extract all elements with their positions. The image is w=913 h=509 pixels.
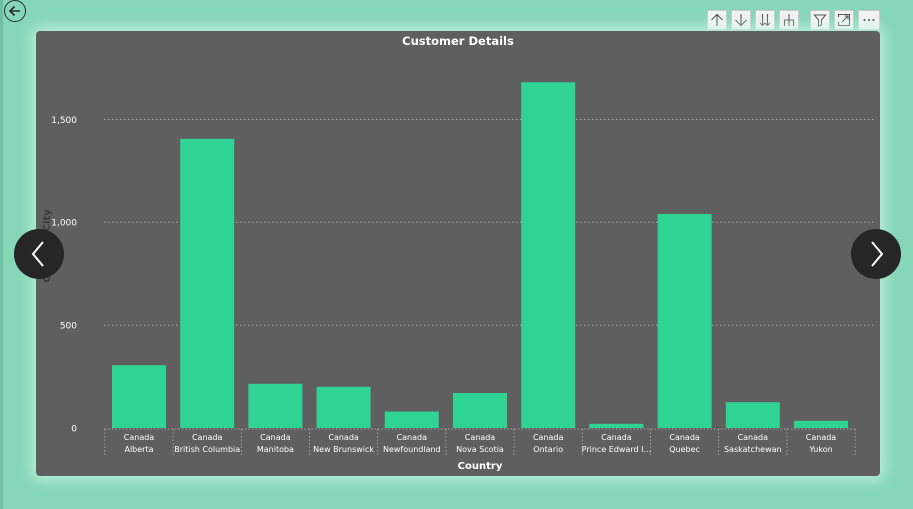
x-tick-label-province: Manitoba bbox=[257, 445, 294, 454]
bars bbox=[112, 82, 848, 429]
bar[interactable] bbox=[657, 213, 712, 428]
x-tick-label-country: Canada bbox=[738, 433, 769, 442]
filter-icon bbox=[813, 14, 827, 27]
x-tick-label-province: Nova Scotia bbox=[456, 445, 504, 454]
bar[interactable] bbox=[384, 411, 439, 428]
focus-mode-icon bbox=[837, 13, 851, 27]
back-button[interactable] bbox=[4, 0, 26, 22]
x-tick-label-country: Canada bbox=[124, 433, 155, 442]
double-arrow-down-icon bbox=[759, 14, 771, 27]
x-tick-label-province: Prince Edward I... bbox=[582, 445, 651, 454]
x-tick-label-country: Canada bbox=[601, 433, 632, 442]
filter-button[interactable] bbox=[810, 10, 830, 30]
more-options-icon bbox=[863, 18, 875, 22]
y-tick-label: 0 bbox=[71, 425, 77, 435]
expand-next-level-button[interactable] bbox=[779, 10, 799, 30]
chevron-left-icon bbox=[31, 241, 44, 267]
bar[interactable] bbox=[248, 383, 303, 428]
x-tick-label-country: Canada bbox=[328, 433, 359, 442]
x-tick-label-province: Newfoundland bbox=[383, 445, 441, 454]
bar[interactable] bbox=[589, 423, 644, 428]
bar[interactable] bbox=[453, 393, 507, 428]
y-tick-label: 500 bbox=[60, 322, 77, 332]
x-tick-label-country: Canada bbox=[465, 433, 496, 442]
drill-up-button[interactable] bbox=[707, 10, 727, 30]
x-tick-label-province: Yukon bbox=[808, 445, 832, 454]
x-tick-label-province: Saskatchewan bbox=[724, 445, 782, 454]
focus-mode-button[interactable] bbox=[834, 10, 854, 30]
bar[interactable] bbox=[180, 138, 235, 428]
arrow-down-icon bbox=[735, 14, 747, 27]
y-axis-ticks: 0 500 1,000 1,500 bbox=[51, 116, 77, 435]
chart-title: Customer Details bbox=[402, 34, 514, 48]
page-left-edge bbox=[0, 0, 3, 509]
bar[interactable] bbox=[521, 82, 576, 429]
bar-chart: 0 500 1,000 1,500 Canada Alberta Canada Britis… bbox=[42, 34, 876, 472]
x-tick-label-province: Alberta bbox=[124, 445, 153, 454]
bar[interactable] bbox=[725, 402, 780, 428]
x-tick-label-province: British Columbia bbox=[174, 445, 240, 454]
drill-down-button[interactable] bbox=[731, 10, 751, 30]
x-tick-label-country: Canada bbox=[397, 433, 428, 442]
chart-card: 0 500 1,000 1,500 Canada Alberta Canada Britis… bbox=[36, 31, 880, 476]
bar[interactable] bbox=[316, 386, 371, 428]
previous-page-button[interactable] bbox=[14, 229, 64, 279]
x-tick-label-country: Canada bbox=[260, 433, 291, 442]
x-axis-ticks: Canada Alberta Canada British Columbia Canad… bbox=[104, 428, 856, 457]
expand-hierarchy-icon bbox=[783, 14, 795, 26]
x-tick-label-country: Canada bbox=[806, 433, 837, 442]
go-to-next-level-button[interactable] bbox=[755, 10, 775, 30]
next-page-button[interactable] bbox=[851, 229, 901, 279]
x-tick-label-province: Ontario bbox=[533, 445, 563, 454]
arrow-left-icon bbox=[8, 5, 20, 17]
more-options-button[interactable] bbox=[858, 10, 880, 30]
x-axis-title: Country bbox=[458, 461, 503, 472]
y-tick-label: 1,500 bbox=[51, 116, 77, 126]
bar[interactable] bbox=[112, 365, 166, 428]
chevron-right-icon bbox=[871, 241, 884, 267]
arrow-up-icon bbox=[711, 13, 723, 26]
bar[interactable] bbox=[794, 420, 848, 428]
x-tick-label-province: Quebec bbox=[669, 445, 700, 454]
x-tick-label-country: Canada bbox=[533, 433, 564, 442]
x-tick-label-country: Canada bbox=[192, 433, 223, 442]
x-tick-label-province: New Brunswick bbox=[313, 445, 374, 454]
y-tick-label: 1,000 bbox=[51, 219, 77, 229]
x-tick-label-country: Canada bbox=[669, 433, 700, 442]
